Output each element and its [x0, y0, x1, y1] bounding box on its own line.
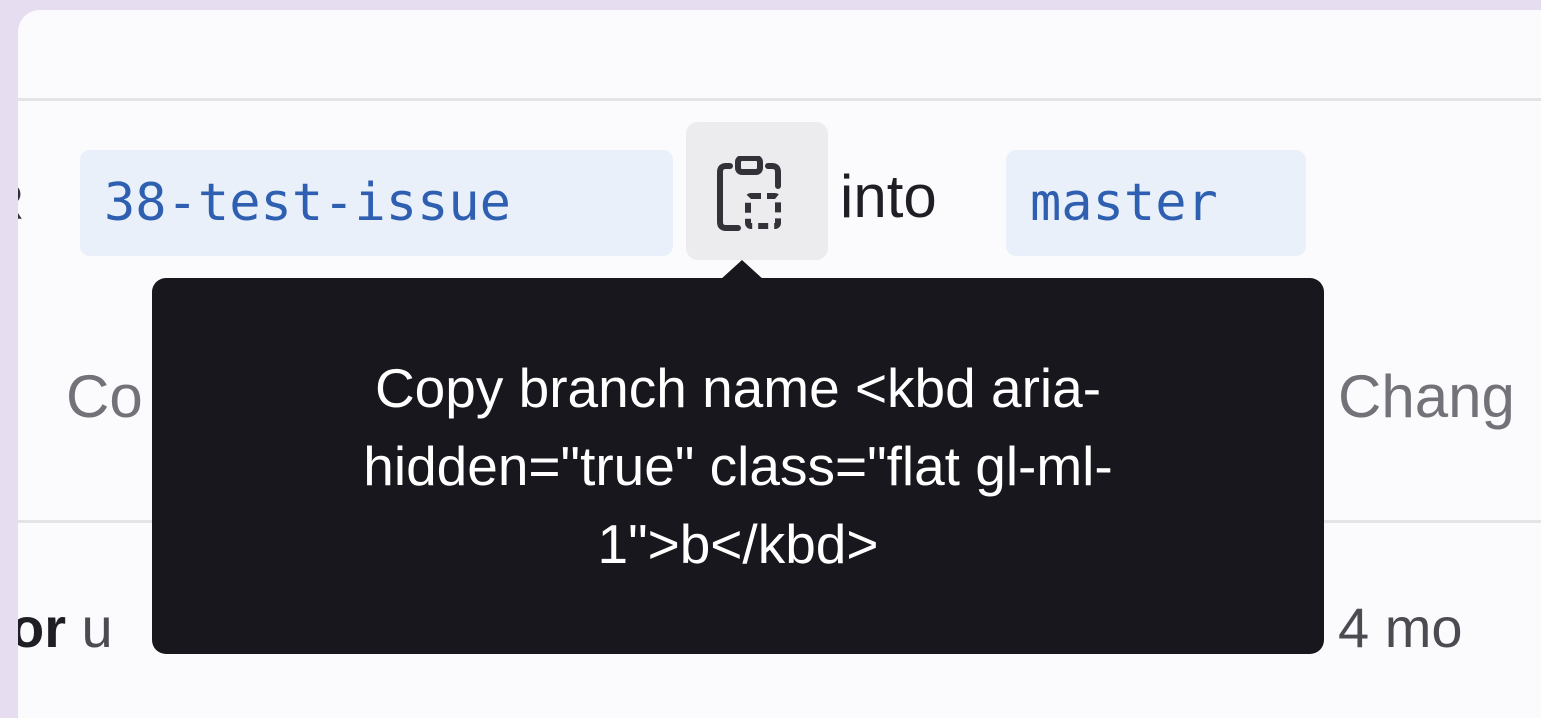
tab-commits-partial[interactable]: Co — [66, 362, 143, 431]
clipboard-icon — [717, 156, 781, 231]
merge-request-prefix: R — [18, 173, 24, 231]
into-label: into — [840, 163, 937, 230]
tooltip-text: Copy branch name <kbd aria-hidden="true"… — [363, 357, 1113, 575]
copy-branch-tooltip: Copy branch name <kbd aria-hidden="true"… — [152, 278, 1324, 654]
tooltip-arrow — [720, 260, 764, 280]
footer-bold-text: or — [18, 596, 66, 659]
footer-rest-text: u — [66, 596, 113, 659]
source-branch-link[interactable]: 38-test-issue — [80, 150, 673, 256]
footer-text-partial: or u — [18, 595, 113, 660]
target-branch-link[interactable]: master — [1006, 150, 1306, 256]
tab-changes-partial[interactable]: Chang — [1338, 362, 1515, 431]
header-divider — [18, 98, 1541, 101]
copy-branch-button[interactable] — [686, 122, 828, 260]
footer-time-partial: 4 mo — [1338, 596, 1463, 659]
